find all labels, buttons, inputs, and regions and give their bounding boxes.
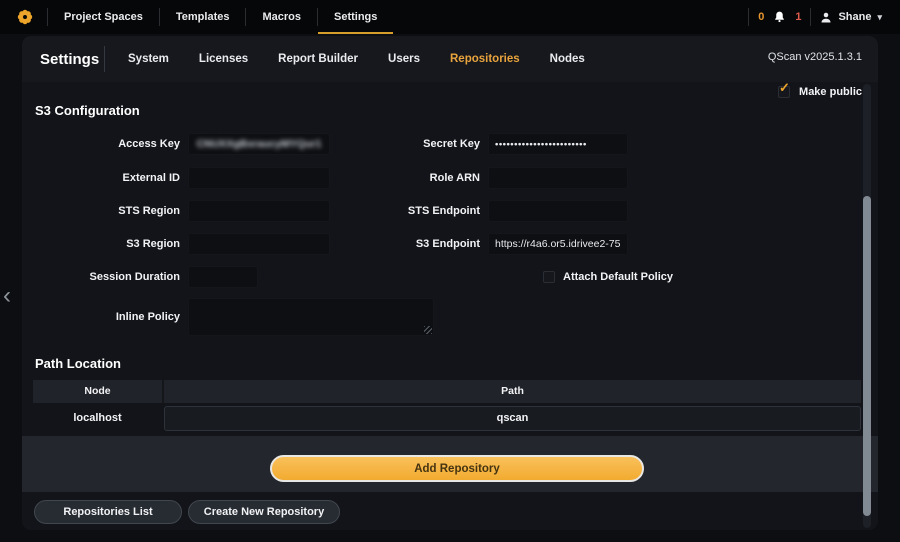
scrollbar-thumb[interactable] — [863, 196, 871, 516]
nav-separator — [748, 8, 749, 26]
tab-nodes[interactable]: Nodes — [550, 53, 585, 65]
secret-key-input[interactable] — [488, 133, 628, 155]
path-location-heading: Path Location — [35, 356, 121, 371]
form-row-session: Session Duration Attach Default Policy — [22, 266, 878, 288]
inline-policy-label: Inline Policy — [22, 298, 180, 336]
session-duration-label: Session Duration — [22, 266, 180, 288]
role-arn-label: Role ARN — [322, 167, 480, 189]
user-menu[interactable]: Shane ▾ — [820, 11, 882, 24]
role-arn-input[interactable] — [488, 167, 628, 189]
s3-configuration-heading: S3 Configuration — [35, 103, 140, 118]
repositories-list-button[interactable]: Repositories List — [34, 500, 182, 524]
external-id-label: External ID — [22, 167, 180, 189]
tab-system[interactable]: System — [128, 53, 169, 65]
make-public-checkbox[interactable]: ✓ — [778, 86, 790, 98]
inline-policy-textarea[interactable] — [188, 298, 434, 336]
secret-key-label: Secret Key — [322, 133, 480, 155]
session-duration-input[interactable] — [188, 266, 258, 288]
attach-default-policy-checkbox[interactable] — [543, 271, 555, 283]
nav-item-templates[interactable]: Templates — [160, 0, 246, 34]
settings-tabs: System Licenses Report Builder Users Rep… — [128, 36, 585, 82]
form-row-keys: Access Key CNUXXgBxraucyMYQur1 Secret Ke… — [22, 133, 878, 155]
node-cell: localhost — [33, 403, 162, 433]
sts-region-label: STS Region — [22, 200, 180, 222]
column-header-node: Node — [33, 380, 162, 403]
create-new-repository-button[interactable]: Create New Repository — [188, 500, 340, 524]
access-key-redacted-value: CNUXXgBxraucyMYQur1 — [197, 138, 322, 150]
nav-item-project-spaces[interactable]: Project Spaces — [48, 0, 159, 34]
page-title: Settings — [40, 36, 99, 82]
tab-users[interactable]: Users — [388, 53, 420, 65]
make-public-label: Make public — [799, 86, 862, 98]
panel-collapse-chevron-left-icon[interactable]: ‹ — [3, 284, 11, 308]
form-row-ids: External ID Role ARN — [22, 167, 878, 189]
nav-item-macros[interactable]: Macros — [246, 0, 317, 34]
app-logo-gear-icon[interactable] — [16, 8, 34, 26]
top-navigation-bar: Project Spaces Templates Macros Settings… — [0, 0, 900, 34]
table-row: localhost qscan — [33, 403, 861, 433]
s3-region-label: S3 Region — [22, 233, 180, 255]
external-id-input[interactable] — [188, 167, 330, 189]
make-public-row: ✓ Make public — [778, 86, 862, 98]
path-cell[interactable]: qscan — [164, 406, 861, 431]
bell-icon[interactable] — [773, 10, 786, 24]
user-name: Shane — [838, 11, 871, 23]
tab-report-builder[interactable]: Report Builder — [278, 53, 358, 65]
column-header-path: Path — [162, 380, 861, 403]
access-key-label: Access Key — [22, 133, 180, 155]
attach-default-policy-label: Attach Default Policy — [563, 266, 673, 288]
notification-count-low: 0 — [758, 11, 764, 23]
s3-endpoint-input[interactable] — [488, 233, 628, 255]
s3-endpoint-label: S3 Endpoint — [322, 233, 480, 255]
nav-right-cluster: 0 1 Shane ▾ — [748, 8, 900, 26]
chevron-down-icon: ▾ — [877, 12, 882, 23]
tab-licenses[interactable]: Licenses — [199, 53, 248, 65]
app-version-label: QScan v2025.1.3.1 — [768, 36, 862, 78]
notification-count-high: 1 — [795, 11, 801, 23]
s3-region-input[interactable] — [188, 233, 330, 255]
add-repository-button[interactable]: Add Repository — [270, 455, 644, 482]
form-row-s3: S3 Region S3 Endpoint — [22, 233, 878, 255]
sts-endpoint-input[interactable] — [488, 200, 628, 222]
tab-repositories[interactable]: Repositories — [450, 53, 520, 65]
nav-separator — [810, 8, 811, 26]
sts-endpoint-label: STS Endpoint — [322, 200, 480, 222]
textarea-resize-handle-icon[interactable] — [424, 326, 432, 334]
settings-panel: Settings System Licenses Report Builder … — [22, 36, 878, 530]
access-key-input[interactable]: CNUXXgBxraucyMYQur1 — [188, 133, 330, 155]
form-row-sts: STS Region STS Endpoint — [22, 200, 878, 222]
path-table-header: Node Path — [33, 380, 861, 403]
header-divider — [104, 46, 105, 72]
checkmark-icon: ✓ — [779, 80, 790, 96]
form-row-policy: Inline Policy — [22, 298, 878, 336]
sts-region-input[interactable] — [188, 200, 330, 222]
nav-item-settings[interactable]: Settings — [318, 0, 393, 34]
person-icon — [820, 11, 832, 24]
